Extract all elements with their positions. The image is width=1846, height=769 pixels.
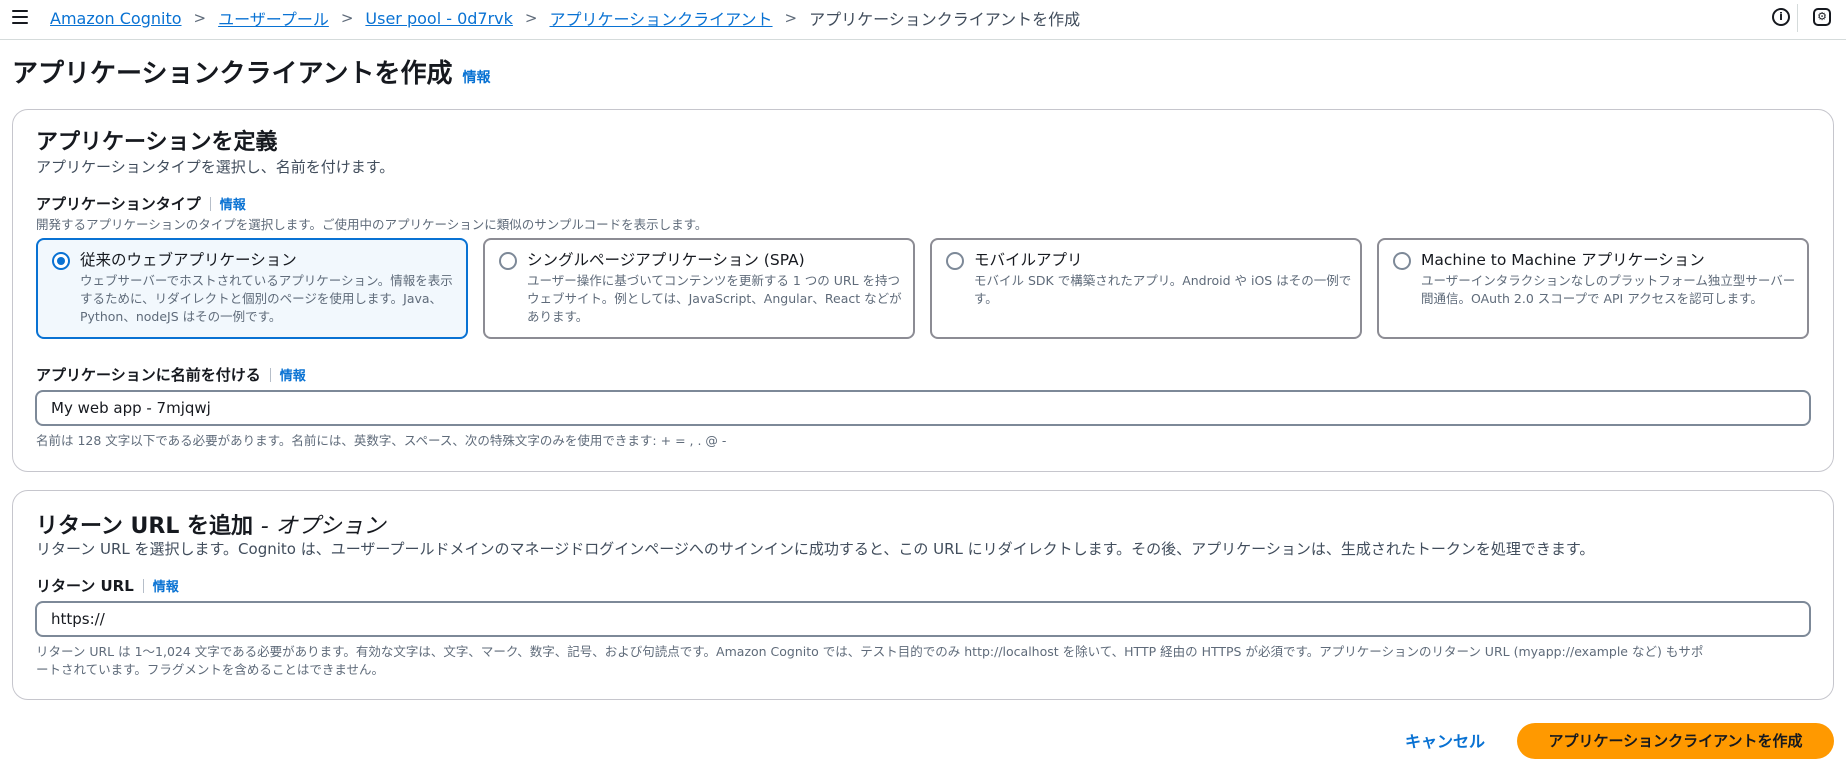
return-url-description: リターン URL を選択します。Cognito は、ユーザープールドメインのマネ…	[36, 540, 1595, 558]
divider	[1797, 4, 1798, 32]
divider	[209, 196, 211, 211]
app-type-option-spa[interactable]: シングルページアプリケーション (SPA) ユーザー操作に基づいてコンテンツを更…	[483, 238, 915, 339]
page-info-link[interactable]: 情報	[462, 67, 490, 87]
divider	[142, 578, 144, 593]
app-type-option-traditional-web[interactable]: 従来のウェブアプリケーション ウェブサーバーでホストされているアプリケーション。…	[36, 238, 468, 339]
top-navigation-bar: Amazon Cognito > ユーザープール > User pool - 0…	[0, 0, 1846, 40]
breadcrumb-amazon-cognito[interactable]: Amazon Cognito	[50, 9, 182, 28]
return-url-title-text: リターン URL を追加	[36, 514, 254, 539]
page-title: アプリケーションクライアントを作成	[12, 59, 453, 89]
chevron-right-icon: >	[193, 9, 207, 27]
breadcrumb-app-clients[interactable]: アプリケーションクライアント	[550, 6, 773, 30]
return-url-hint-line-2: ートされています。フラグメントを含めることはできません。	[36, 662, 385, 677]
define-application-description: アプリケーションタイプを選択し、名前を付けます。	[36, 158, 395, 176]
application-name-hint: 名前は 128 文字以下である必要があります。名前には、英数字、スペース、次の特…	[36, 433, 727, 448]
chevron-right-icon: >	[524, 9, 538, 27]
option-title: 従来のウェブアプリケーション	[80, 251, 297, 269]
return-url-title: リターン URL を追加 - オプション	[36, 508, 386, 540]
application-name-input[interactable]: My web app - 7mjqwj	[35, 390, 1811, 426]
option-title: モバイルアプリ	[974, 251, 1083, 269]
page-header: アプリケーションクライアントを作成 情報	[12, 53, 490, 90]
radio-button[interactable]	[1393, 252, 1411, 270]
radio-button[interactable]	[946, 252, 964, 270]
application-name-label: アプリケーションに名前を付ける 情報	[36, 364, 306, 385]
radio-button[interactable]	[52, 252, 70, 270]
application-name-info-link[interactable]: 情報	[280, 365, 306, 384]
optional-tag: - オプション	[260, 514, 386, 539]
option-title: シングルページアプリケーション (SPA)	[527, 251, 805, 269]
breadcrumb-user-pool[interactable]: User pool - 0d7rvk	[365, 9, 513, 28]
option-title: Machine to Machine アプリケーション	[1421, 251, 1705, 269]
option-description: ウェブサーバーでホストされているアプリケーション。情報を表示するために、リダイレ…	[80, 273, 453, 324]
breadcrumb-user-pools[interactable]: ユーザープール	[218, 6, 329, 30]
create-app-client-button[interactable]: アプリケーションクライアントを作成	[1517, 723, 1834, 759]
chevron-right-icon: >	[784, 9, 798, 27]
application-type-info-link[interactable]: 情報	[220, 194, 246, 213]
divider	[269, 367, 271, 382]
return-url-label: リターン URL 情報	[36, 575, 179, 596]
settings-icon[interactable]: ⚙	[1813, 8, 1831, 26]
application-type-label: アプリケーションタイプ 情報	[36, 193, 246, 214]
breadcrumb: Amazon Cognito > ユーザープール > User pool - 0…	[50, 6, 1080, 30]
define-application-title: アプリケーションを定義	[36, 130, 278, 155]
return-url-info-link[interactable]: 情報	[153, 576, 179, 595]
app-type-option-mobile[interactable]: モバイルアプリ モバイル SDK で構築されたアプリ。Android や iOS…	[930, 238, 1362, 339]
option-description: モバイル SDK で構築されたアプリ。Android や iOS はその一例です…	[974, 273, 1352, 306]
option-description: ユーザーインタラクションなしのプラットフォーム独立型サーバー間通信。OAuth …	[1421, 273, 1796, 306]
app-type-option-m2m[interactable]: Machine to Machine アプリケーション ユーザーインタラクション…	[1377, 238, 1809, 339]
hamburger-icon[interactable]	[12, 10, 28, 24]
return-url-hint-line-1: リターン URL は 1〜1,024 文字である必要があります。有効な文字は、文…	[36, 644, 1704, 659]
return-url-input[interactable]: https://	[35, 601, 1811, 637]
return-url-label-text: リターン URL	[36, 577, 134, 595]
option-description: ユーザー操作に基づいてコンテンツを更新する 1 つの URL を持つウェブサイト…	[527, 273, 902, 324]
info-icon[interactable]: i	[1772, 8, 1790, 26]
cancel-button[interactable]: キャンセル	[1390, 725, 1500, 759]
chevron-right-icon: >	[340, 9, 354, 27]
breadcrumb-current: アプリケーションクライアントを作成	[809, 10, 1081, 29]
application-type-description: 開発するアプリケーションのタイプを選択します。ご使用中のアプリケーションに類似の…	[36, 217, 708, 232]
radio-button[interactable]	[499, 252, 517, 270]
application-name-label-text: アプリケーションに名前を付ける	[36, 366, 261, 384]
application-type-label-text: アプリケーションタイプ	[36, 195, 201, 213]
